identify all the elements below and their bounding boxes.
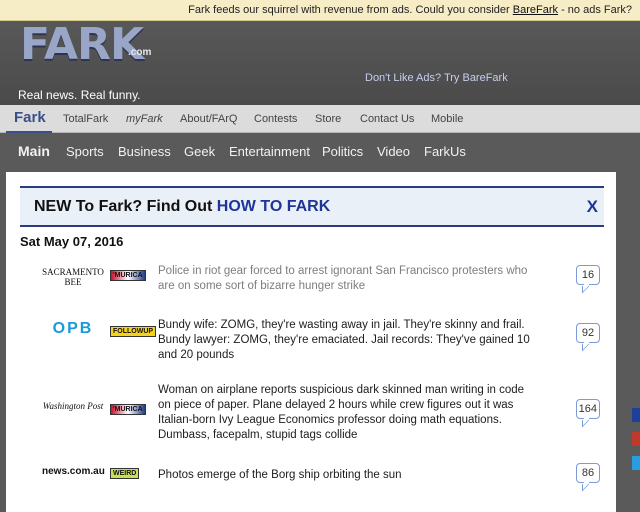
right-edge-share-icon[interactable] <box>632 408 640 422</box>
site-tabs: Fark TotalFark myFark About/FArQ Contest… <box>0 105 640 134</box>
tab-myfark[interactable]: myFark <box>126 113 163 125</box>
site-tagline: Real news. Real funny. <box>18 88 141 102</box>
story-tag[interactable]: 'MURICA <box>110 270 146 281</box>
tab-totalfark[interactable]: TotalFark <box>63 113 108 125</box>
site-header: FARK .com Real news. Real funny. Don't L… <box>0 19 640 105</box>
category-politics[interactable]: Politics <box>322 144 363 159</box>
tab-mobile[interactable]: Mobile <box>431 113 463 125</box>
story-headline[interactable]: Police in riot gear forced to arrest ign… <box>158 264 534 294</box>
tab-store[interactable]: Store <box>315 113 341 125</box>
how-to-fark-link[interactable]: HOW TO FARK <box>217 198 330 215</box>
fark-logo-suffix: .com <box>128 47 152 58</box>
category-nav: Main Sports Business Geek Entertainment … <box>0 133 640 171</box>
main-content: NEW To Fark? Find Out HOW TO FARK X Sat … <box>6 172 616 512</box>
story-tag[interactable]: 'MURICA <box>110 404 146 415</box>
story-headline[interactable]: Photos emerge of the Borg ship orbiting … <box>158 468 534 483</box>
tab-about-farq[interactable]: About/FArQ <box>180 113 237 125</box>
right-edge-share-icon-3[interactable] <box>632 456 640 470</box>
category-main[interactable]: Main <box>18 143 50 159</box>
category-business[interactable]: Business <box>118 144 171 159</box>
category-sports[interactable]: Sports <box>66 144 104 159</box>
banner-message-text: NEW To Fark? Find Out <box>34 198 217 215</box>
banner-message: NEW To Fark? Find Out HOW TO FARK <box>34 198 330 216</box>
right-edge-text <box>630 362 640 378</box>
fark-logo[interactable]: FARK <box>20 19 144 70</box>
story-date-heading: Sat May 07, 2016 <box>20 234 124 249</box>
try-barefark-link[interactable]: Don't Like Ads? Try BareFark <box>365 72 508 84</box>
story-headline[interactable]: Bundy wife: ZOMG, they're wasting away i… <box>158 318 534 363</box>
tab-contests[interactable]: Contests <box>254 113 297 125</box>
ad-notice-bar: Fark feeds our squirrel with revenue fro… <box>0 0 640 21</box>
ad-notice-text: Fark feeds our squirrel with revenue fro… <box>188 4 632 16</box>
tab-fark[interactable]: Fark <box>14 109 46 126</box>
comment-count-bubble[interactable]: 16 <box>576 265 600 285</box>
story-tag[interactable]: FOLLOWUP <box>110 326 157 337</box>
tab-contact-us[interactable]: Contact Us <box>360 113 414 125</box>
source-logo[interactable]: Washington Post <box>42 401 104 411</box>
source-logo[interactable]: news.com.au <box>42 466 105 477</box>
story-headline[interactable]: Woman on airplane reports suspicious dar… <box>158 383 534 443</box>
source-logo[interactable]: OPB <box>42 320 104 338</box>
category-entertainment[interactable]: Entertainment <box>229 144 310 159</box>
how-to-fark-banner: NEW To Fark? Find Out HOW TO FARK X <box>20 186 604 227</box>
ad-notice-message: Fark feeds our squirrel with revenue fro… <box>188 4 513 16</box>
barefark-link[interactable]: BareFark <box>513 4 558 16</box>
ad-notice-tail: - no ads Fark? <box>558 4 632 16</box>
comment-count-bubble[interactable]: 164 <box>575 399 600 419</box>
story-tag[interactable]: WEIRD <box>110 468 140 479</box>
source-logo[interactable]: SACRAMENTO BEE <box>42 267 104 287</box>
category-video[interactable]: Video <box>377 144 410 159</box>
comment-count-bubble[interactable]: 86 <box>576 463 600 483</box>
right-edge-share-icon-2[interactable] <box>632 432 640 446</box>
close-banner-button[interactable]: X <box>587 197 598 217</box>
category-farkus[interactable]: FarkUs <box>424 144 466 159</box>
comment-count-bubble[interactable]: 92 <box>576 323 600 343</box>
category-geek[interactable]: Geek <box>184 144 215 159</box>
